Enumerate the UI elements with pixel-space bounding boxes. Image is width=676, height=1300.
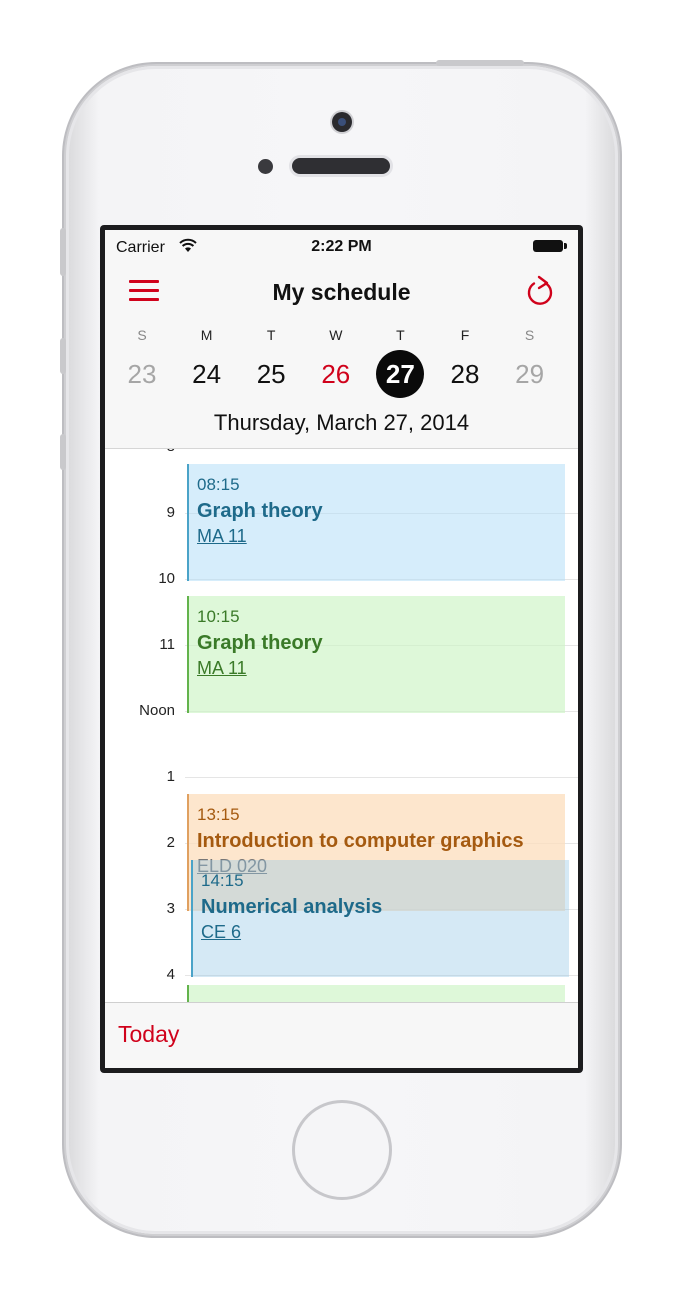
weekday-letter: T [266, 327, 276, 343]
hour-label: 9 [166, 504, 175, 521]
hour-label: 4 [166, 966, 175, 983]
event-title: Graph theory [197, 499, 323, 522]
volume-down-button [60, 434, 66, 470]
app-screen: Carrier 2:22 PM My schedule S 23 M 24 T 25 W 26… [105, 230, 578, 1068]
front-camera [332, 112, 352, 132]
mute-switch [60, 228, 66, 276]
home-button[interactable] [292, 1100, 392, 1200]
day-number: 27 [376, 350, 425, 398]
day-column-29[interactable]: S 29 [498, 322, 562, 402]
power-button [436, 60, 524, 66]
refresh-button[interactable] [525, 274, 557, 308]
day-timeline[interactable]: 891011Noon123408:15Graph theoryMA 1110:1… [105, 449, 578, 1002]
hour-label: 8 [105, 449, 175, 455]
day-column-25[interactable]: T 25 [239, 322, 303, 402]
hour-label: 2 [166, 834, 175, 851]
refresh-icon [527, 275, 553, 305]
page-title: My schedule [272, 279, 411, 305]
event-time: 13:15 [197, 804, 240, 824]
day-column-23[interactable]: S 23 [110, 322, 174, 402]
hour-label: Noon [139, 702, 175, 719]
day-number: 26 [321, 359, 351, 389]
event-block[interactable]: 10:15 Graph theory MA 11 [187, 595, 565, 713]
day-column-26[interactable]: W 26 [304, 322, 368, 402]
event-title: Numerical analysis [201, 895, 383, 918]
proximity-sensor [258, 159, 273, 174]
volume-up-button [60, 338, 66, 374]
weekday-letter: M [200, 327, 213, 343]
weekday-letter: F [460, 327, 470, 343]
event-room-link[interactable]: CE 6 [201, 922, 241, 943]
day-number: 29 [515, 359, 545, 389]
earpiece-speaker [292, 158, 390, 174]
event-room-link[interactable]: MA 11 [197, 658, 247, 679]
weekday-letter: S [137, 327, 147, 343]
day-number: 25 [256, 359, 286, 389]
event-title: Introduction to computer graphics [197, 829, 524, 852]
event-time: 14:15 [201, 870, 244, 890]
week-strip: S 23 M 24 T 25 W 26 T 27 F 28 S 29 [105, 322, 578, 402]
hour-gridline [185, 777, 578, 778]
event-title: Graph theory [197, 631, 323, 654]
event-block[interactable]: 08:15 Graph theory MA 11 [187, 463, 565, 581]
day-number: 28 [450, 359, 480, 389]
status-bar: Carrier 2:22 PM [105, 230, 578, 262]
bottom-toolbar: Today [105, 1002, 578, 1068]
weekday-letter: S [524, 327, 535, 343]
event-time: 08:15 [197, 474, 240, 494]
hour-label: 10 [158, 570, 175, 587]
navigation-bar: My schedule [105, 262, 578, 318]
event-block[interactable]: 14:15 Numerical analysis CE 6 [191, 859, 569, 977]
hour-label: 3 [166, 900, 175, 917]
battery-icon [533, 240, 567, 252]
day-column-24[interactable]: M 24 [175, 322, 239, 402]
event-room-link[interactable]: MA 11 [197, 526, 247, 547]
day-column-28[interactable]: F 28 [433, 322, 497, 402]
hour-label: 11 [159, 636, 175, 653]
day-column-27[interactable]: T 27 [368, 322, 432, 402]
status-time: 2:22 PM [311, 238, 372, 255]
event-block-partial[interactable] [187, 984, 565, 1002]
selected-date-label: Thursday, March 27, 2014 [213, 410, 470, 435]
weekday-letter: W [329, 327, 343, 343]
weekday-letter: T [396, 327, 405, 343]
event-time: 10:15 [197, 606, 240, 626]
day-number: 24 [192, 359, 222, 389]
today-button[interactable]: Today [118, 1021, 179, 1048]
hour-label: 1 [166, 768, 175, 785]
day-number: 23 [127, 359, 157, 389]
